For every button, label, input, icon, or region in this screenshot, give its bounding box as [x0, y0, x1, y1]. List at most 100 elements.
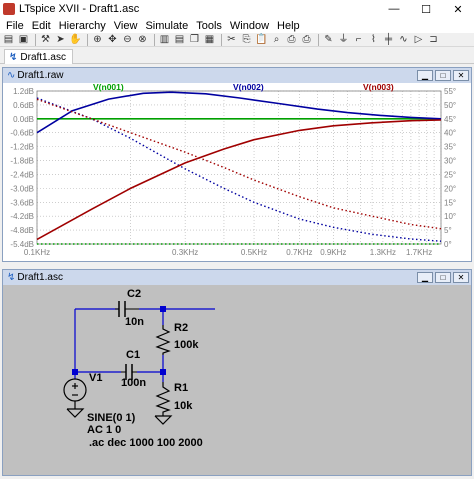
maximize-panel-button[interactable]: □: [435, 70, 451, 81]
y-tick-label-right: 15°: [444, 198, 456, 207]
menu-edit[interactable]: Edit: [28, 20, 55, 32]
menu-window[interactable]: Window: [226, 20, 273, 32]
ground-symbol[interactable]: [154, 415, 173, 425]
label-icon[interactable]: ⌐: [352, 33, 365, 46]
r2-value[interactable]: 100k: [174, 339, 199, 351]
minimize-panel-button[interactable]: ▁: [417, 272, 433, 283]
legend-V(n001): V(n001): [93, 83, 124, 92]
y-tick-label-left: -2.4dB: [10, 170, 34, 179]
tile-horizontal-icon[interactable]: ▤: [173, 33, 186, 46]
y-tick-label-right: 10°: [444, 212, 456, 221]
close-window-icon[interactable]: ▦: [203, 33, 216, 46]
maximize-panel-button[interactable]: □: [435, 272, 451, 283]
menu-hierarchy[interactable]: Hierarchy: [55, 20, 110, 32]
zoom-out-icon[interactable]: ⊖: [121, 33, 134, 46]
save-icon[interactable]: ▣: [17, 33, 30, 46]
resistor-icon[interactable]: ⌇: [367, 33, 380, 46]
y-tick-label-left: -1.8dB: [10, 157, 34, 166]
run-icon[interactable]: ➤: [54, 33, 67, 46]
waveform-window-header: ∿ Draft1.raw ▁ □ ✕: [3, 68, 471, 83]
c1-label[interactable]: C1: [126, 349, 140, 361]
minimize-button[interactable]: —: [378, 0, 410, 18]
y-tick-label-left: -4.8dB: [10, 226, 34, 235]
title-bar: LTspice XVII - Draft1.asc — ☐ ✕: [0, 0, 474, 18]
ground-icon[interactable]: ⏚: [337, 33, 350, 46]
junction-dot: [160, 369, 166, 375]
cut-icon[interactable]: ✂: [225, 33, 238, 46]
waveform-window-title: Draft1.raw: [17, 70, 64, 81]
toolbar-separator: [154, 33, 155, 46]
inductor-icon[interactable]: ∿: [397, 33, 410, 46]
print-setup-icon[interactable]: ⎙: [300, 33, 313, 46]
component-icon[interactable]: ⊐: [427, 33, 440, 46]
capacitor-c2[interactable]: [115, 301, 139, 317]
y-tick-label-left: 1.2dB: [13, 87, 34, 96]
cascade-icon[interactable]: ❐: [188, 33, 201, 46]
simulation-directive[interactable]: .ac dec 1000 100 2000: [89, 437, 203, 449]
menu-bar: File Edit Hierarchy View Simulate Tools …: [0, 18, 474, 33]
copy-icon[interactable]: ⎘: [240, 33, 253, 46]
print-icon[interactable]: ⎙: [285, 33, 298, 46]
resistor-r2[interactable]: [155, 325, 171, 355]
y-tick-label-left: -3.0dB: [10, 184, 34, 193]
wire-icon[interactable]: ✎: [322, 33, 335, 46]
voltage-source-v1[interactable]: [63, 378, 87, 409]
toolbar-separator: [221, 33, 222, 46]
menu-tools[interactable]: Tools: [192, 20, 226, 32]
control-panel-icon[interactable]: ⚒: [39, 33, 52, 46]
waveform-plot-area[interactable]: 1.2dB 55° 0.6dB 50° 0.0dB 45° -0.6dB 40° -1.2dB 3…: [3, 83, 471, 261]
zoom-in-icon[interactable]: ⊕: [91, 33, 104, 46]
schematic-icon: ↯: [7, 272, 16, 283]
c2-label[interactable]: C2: [127, 288, 141, 300]
close-button[interactable]: ✕: [442, 0, 474, 18]
x-tick-label: 0.5KHz: [241, 248, 267, 257]
minimize-panel-button[interactable]: ▁: [417, 70, 433, 81]
menu-simulate[interactable]: Simulate: [141, 20, 192, 32]
waveform-window: ∿ Draft1.raw ▁ □ ✕ 1.2dB 55° 0.6dB 50° 0.0dB…: [2, 67, 472, 262]
r1-label[interactable]: R1: [174, 382, 188, 394]
y-tick-label-right: 20°: [444, 184, 456, 193]
v1-label[interactable]: V1: [89, 372, 102, 384]
x-tick-label: 1.7KHz: [406, 248, 432, 257]
bode-plot[interactable]: 1.2dB 55° 0.6dB 50° 0.0dB 45° -0.6dB 40° -1.2dB 3…: [3, 83, 471, 261]
y-tick-label-left: 0.6dB: [13, 101, 34, 110]
r1-value[interactable]: 10k: [174, 400, 193, 412]
tab-draft1-asc[interactable]: ↯ Draft1.asc: [4, 49, 73, 64]
diode-icon[interactable]: ▷: [412, 33, 425, 46]
menu-help[interactable]: Help: [273, 20, 304, 32]
ltspice-app-icon: [3, 3, 15, 15]
ground-symbol[interactable]: [66, 408, 85, 418]
r2-label[interactable]: R2: [174, 322, 188, 334]
legend-V(n003): V(n003): [363, 83, 394, 92]
tile-vertical-icon[interactable]: ▥: [158, 33, 171, 46]
y-tick-label-right: 55°: [444, 87, 456, 96]
resistor-r1[interactable]: [155, 382, 171, 416]
toolbar-separator: [318, 33, 319, 46]
close-panel-button[interactable]: ✕: [453, 272, 469, 283]
y-tick-label-right: 50°: [444, 101, 456, 110]
y-tick-label-left: -1.2dB: [10, 143, 34, 152]
y-tick-label-right: 0°: [444, 240, 452, 249]
open-icon[interactable]: ▤: [2, 33, 15, 46]
y-tick-label-left: -3.6dB: [10, 198, 34, 207]
halt-icon[interactable]: ✋: [69, 33, 82, 46]
pan-icon[interactable]: ✥: [106, 33, 119, 46]
paste-icon[interactable]: 📋: [255, 33, 268, 46]
zoom-fit-icon[interactable]: ⊗: [136, 33, 149, 46]
c1-value[interactable]: 100n: [121, 377, 146, 389]
y-tick-label-right: 40°: [444, 129, 456, 138]
c2-value[interactable]: 10n: [125, 316, 144, 328]
close-panel-button[interactable]: ✕: [453, 70, 469, 81]
schematic-window-header: ↯ Draft1.asc ▁ □ ✕: [3, 270, 471, 285]
find-icon[interactable]: ⌕: [270, 33, 283, 46]
v1-ac-spec[interactable]: AC 1 0: [87, 424, 121, 436]
menu-view[interactable]: View: [110, 20, 142, 32]
junction-dot: [72, 369, 78, 375]
schematic-canvas[interactable]: C2 10n C1 100n R2 100k R1 10k V1 SINE(0 …: [3, 285, 471, 475]
capacitor-icon[interactable]: ╪: [382, 33, 395, 46]
toolbar-separator: [35, 33, 36, 46]
v1-value[interactable]: SINE(0 1): [87, 412, 136, 424]
maximize-button[interactable]: ☐: [410, 0, 442, 18]
schematic-drawing[interactable]: C2 10n C1 100n R2 100k R1 10k V1 SINE(0 …: [3, 285, 471, 475]
menu-file[interactable]: File: [2, 20, 28, 32]
